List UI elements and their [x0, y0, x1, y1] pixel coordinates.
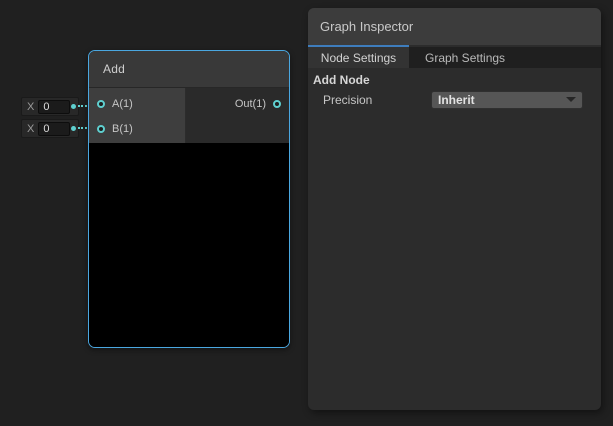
- input-port-a-label: A(1): [112, 98, 133, 110]
- widget-port-dot: [71, 126, 76, 131]
- panel-titlebar: Graph Inspector: [308, 8, 601, 45]
- output-port-icon[interactable]: [273, 100, 281, 108]
- graph-inspector-panel: Graph Inspector Node Settings Graph Sett…: [308, 8, 601, 410]
- tab-graph-settings-label: Graph Settings: [425, 51, 505, 65]
- output-port-label: Out(1): [235, 98, 266, 110]
- inspector-body: Add Node Precision Inherit: [308, 68, 601, 410]
- tab-node-settings-label: Node Settings: [321, 51, 396, 65]
- shader-graph-view[interactable]: X X Add A(1) B(1) O: [0, 0, 613, 426]
- value-input-b[interactable]: [38, 122, 70, 136]
- output-port-row: Out(1): [186, 91, 289, 116]
- precision-dropdown[interactable]: Inherit: [431, 91, 583, 109]
- input-port-a-icon[interactable]: [97, 100, 105, 108]
- precision-label: Precision: [323, 93, 431, 107]
- axis-label: X: [27, 101, 34, 113]
- node-title: Add: [103, 62, 125, 76]
- node-header[interactable]: Add: [89, 51, 289, 88]
- node-preview: [89, 143, 289, 347]
- value-input-a[interactable]: [38, 100, 70, 114]
- chevron-down-icon: [566, 97, 576, 102]
- tab-graph-settings[interactable]: Graph Settings: [409, 47, 521, 68]
- axis-label: X: [27, 123, 34, 135]
- section-heading: Add Node: [313, 73, 601, 87]
- node-output-column: Out(1): [186, 88, 289, 143]
- input-port-row-a: A(1): [89, 91, 185, 116]
- panel-title: Graph Inspector: [320, 19, 413, 34]
- input-port-b-label: B(1): [112, 123, 133, 135]
- inspector-tab-bar: Node Settings Graph Settings: [308, 47, 601, 68]
- tab-node-settings[interactable]: Node Settings: [308, 47, 409, 68]
- node-input-column: A(1) B(1): [89, 88, 186, 143]
- precision-dropdown-value: Inherit: [438, 93, 475, 107]
- node-body: A(1) B(1) Out(1): [89, 88, 289, 143]
- widget-port-dot: [71, 104, 76, 109]
- input-port-row-b: B(1): [89, 116, 185, 141]
- add-node[interactable]: Add A(1) B(1) Out(1): [88, 50, 290, 348]
- input-port-b-icon[interactable]: [97, 125, 105, 133]
- precision-field-row: Precision Inherit: [323, 90, 601, 109]
